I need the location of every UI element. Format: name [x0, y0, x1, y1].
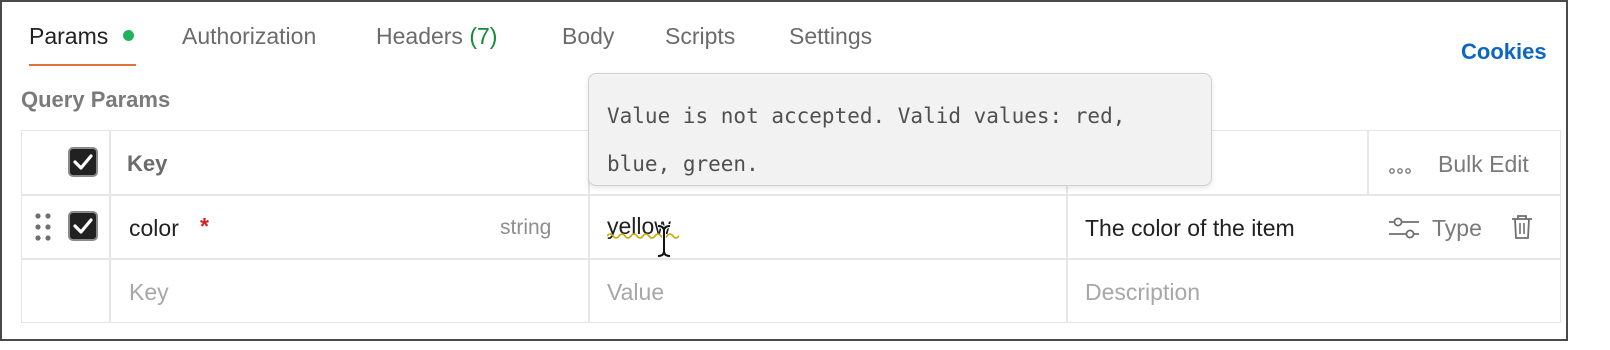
param-description-field[interactable]: The color of the item: [1085, 215, 1295, 242]
tab-scripts[interactable]: Scripts: [665, 22, 735, 50]
params-panel: Params Authorization Headers (7) Body Sc…: [0, 0, 1568, 341]
sliders-icon[interactable]: [1388, 217, 1420, 244]
row-divider: [22, 258, 1560, 260]
new-param-key-input[interactable]: Key: [129, 279, 169, 306]
new-param-description-input[interactable]: Description: [1085, 279, 1200, 306]
trash-icon[interactable]: [1511, 214, 1533, 245]
validation-message: Value is not accepted. Valid values: red…: [607, 104, 1126, 176]
row-divider: [22, 194, 1560, 196]
tab-headers[interactable]: Headers (7): [376, 22, 497, 50]
active-tab-indicator: [29, 64, 136, 66]
column-divider: [109, 131, 111, 322]
type-button[interactable]: Type: [1432, 215, 1482, 242]
param-type-hint: string: [500, 216, 552, 239]
param-key-field[interactable]: color: [129, 215, 179, 242]
tab-authorization[interactable]: Authorization: [182, 22, 316, 50]
more-horizontal-icon[interactable]: [1389, 161, 1411, 179]
required-marker: *: [200, 213, 209, 239]
checkmark-icon: [73, 218, 93, 234]
text-cursor-icon: [657, 224, 671, 258]
request-tabs: Params Authorization Headers (7) Body Sc…: [2, 2, 1566, 72]
column-divider: [1367, 131, 1369, 195]
headers-count-badge: (7): [469, 23, 498, 49]
new-param-value-input[interactable]: Value: [607, 279, 664, 306]
bulk-edit-button[interactable]: Bulk Edit: [1438, 151, 1529, 178]
column-header-key: Key: [127, 151, 168, 176]
drag-handle-icon[interactable]: [34, 212, 52, 247]
params-status-dot: [123, 30, 134, 41]
checkmark-icon: [73, 154, 93, 170]
select-all-checkbox[interactable]: [68, 147, 98, 177]
validation-tooltip: Value is not accepted. Valid values: red…: [588, 73, 1212, 186]
section-title-query-params: Query Params: [21, 87, 171, 112]
tab-headers-label: Headers: [376, 23, 463, 49]
cookies-link[interactable]: Cookies: [1461, 39, 1547, 65]
tab-params[interactable]: Params: [29, 22, 108, 50]
row-enabled-checkbox[interactable]: [68, 211, 98, 241]
tab-settings[interactable]: Settings: [789, 22, 872, 50]
tab-body[interactable]: Body: [562, 22, 614, 50]
